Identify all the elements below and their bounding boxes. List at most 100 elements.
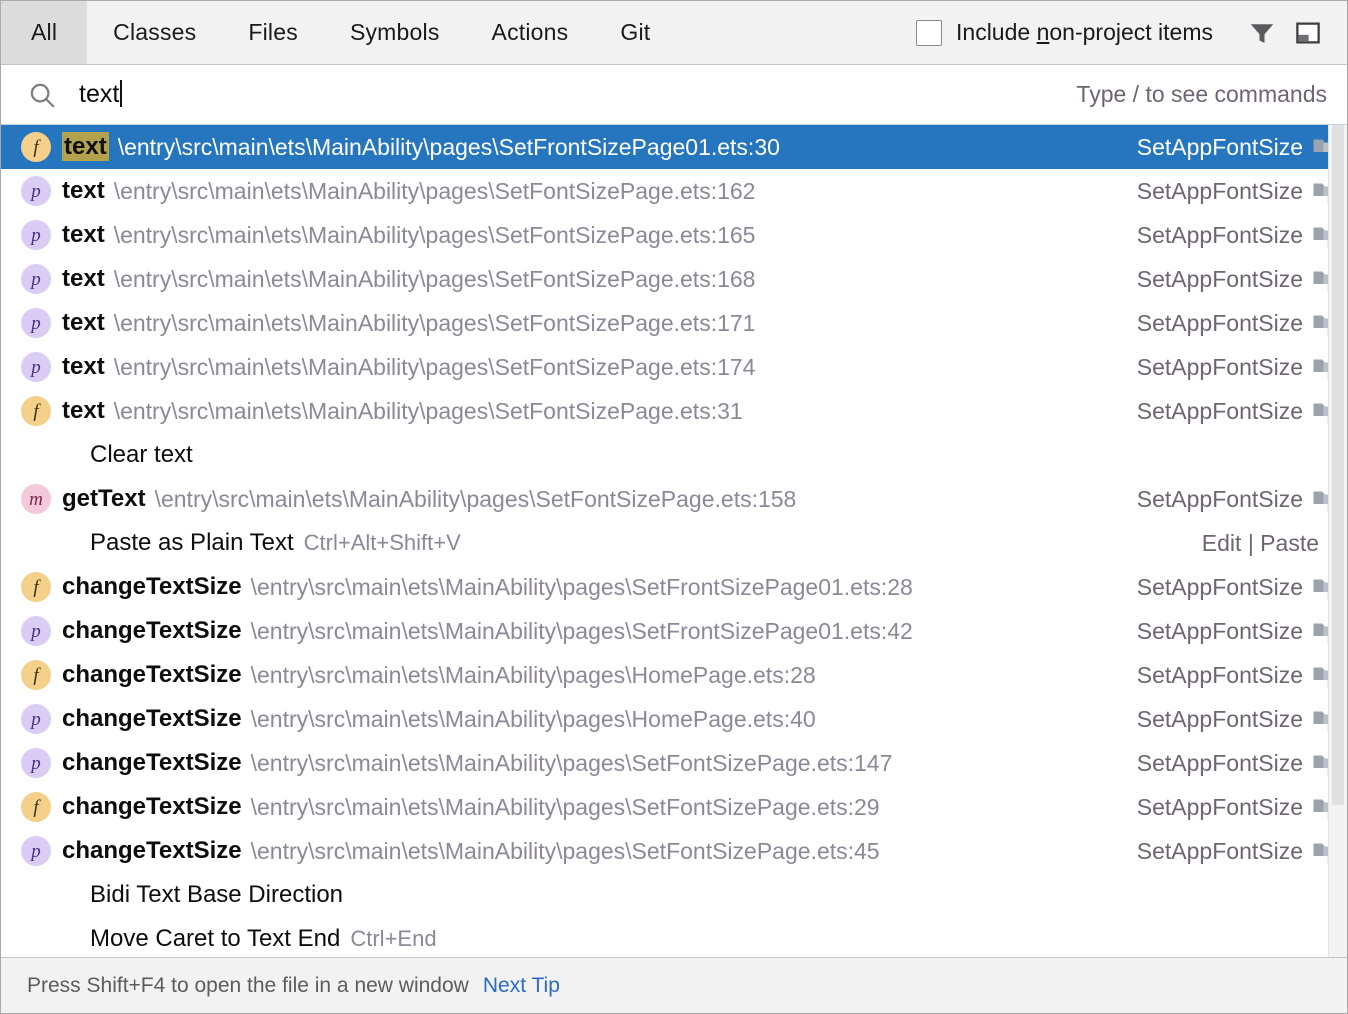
- result-row[interactable]: m getText \entry\src\main\ets\MainAbility\…: [1, 477, 1347, 521]
- result-row[interactable]: Move Caret to Text End Ctrl+End: [1, 917, 1347, 957]
- result-row[interactable]: p text \entry\src\main\ets\MainAbility\pag…: [1, 257, 1347, 301]
- result-name: text: [62, 309, 105, 337]
- result-row[interactable]: p changeTextSize \entry\src\main\ets\MainA…: [1, 697, 1347, 741]
- result-name-post: text: [62, 177, 105, 204]
- result-path: \entry\src\main\ets\MainAbility\pages\Se…: [113, 221, 756, 248]
- result-row[interactable]: f changeTextSize \entry\src\main\ets\MainA…: [1, 785, 1347, 829]
- result-name-post: text: [62, 221, 105, 248]
- tab-classes[interactable]: Classes: [87, 1, 222, 64]
- tab-symbols[interactable]: Symbols: [324, 1, 466, 64]
- module-label: SetAppFontSize: [1136, 837, 1303, 864]
- symbol-kind-icon-p: p: [21, 308, 51, 338]
- symbol-kind-icon-f: f: [21, 572, 51, 602]
- include-non-project-items-checkbox[interactable]: Include non-project items: [916, 19, 1213, 46]
- result-name-post: changeTextSize: [62, 661, 242, 688]
- result-name-post: changeTextSize: [62, 793, 242, 820]
- result-row[interactable]: p text \entry\src\main\ets\MainAbility\pag…: [1, 213, 1347, 257]
- tab-git-label: Git: [620, 19, 651, 45]
- result-name-post: changeTextSize: [62, 617, 242, 644]
- label-part-post: on-project items: [1049, 19, 1213, 45]
- result-path: \entry\src\main\ets\MainAbility\pages\Se…: [154, 485, 797, 512]
- tab-actions-label: Actions: [491, 19, 569, 45]
- tab-files-label: Files: [248, 19, 298, 45]
- tab-bar: All Classes Files Symbols Actions Git In…: [1, 1, 1347, 65]
- row-right: Edit | Paste: [1202, 530, 1347, 557]
- result-name: text: [62, 177, 105, 205]
- result-name: changeTextSize: [62, 661, 242, 689]
- result-path: \entry\src\main\ets\MainAbility\pages\Se…: [117, 133, 780, 160]
- symbol-kind-icon-p: p: [21, 352, 51, 382]
- module-label: SetAppFontSize: [1136, 661, 1303, 688]
- status-tip-text: Press Shift+F4 to open the file in a new…: [27, 973, 469, 997]
- result-path: \entry\src\main\ets\MainAbility\pages\Se…: [113, 265, 756, 292]
- result-row[interactable]: p text \entry\src\main\ets\MainAbility\pag…: [1, 345, 1347, 389]
- result-name: changeTextSize: [62, 749, 242, 777]
- result-row[interactable]: Clear text: [1, 433, 1347, 477]
- module-label: SetAppFontSize: [1136, 353, 1303, 380]
- result-row[interactable]: f changeTextSize \entry\src\main\ets\MainA…: [1, 565, 1347, 609]
- next-tip-link[interactable]: Next Tip: [483, 974, 560, 998]
- module-label: SetAppFontSize: [1136, 221, 1303, 248]
- search-row[interactable]: text Type / to see commands: [1, 65, 1347, 125]
- tab-git[interactable]: Git: [594, 1, 676, 64]
- preview-panel-icon[interactable]: [1285, 10, 1331, 56]
- symbol-kind-icon-m: m: [21, 484, 51, 514]
- result-row[interactable]: f text \entry\src\main\ets\MainAbility\pag…: [1, 389, 1347, 433]
- label-part-pre: Include: [956, 19, 1037, 45]
- filter-funnel-icon[interactable]: [1239, 10, 1285, 56]
- result-row[interactable]: p text \entry\src\main\ets\MainAbility\pag…: [1, 169, 1347, 213]
- action-label: Bidi Text Base Direction: [90, 881, 344, 908]
- result-name: changeTextSize: [62, 573, 242, 601]
- symbol-kind-icon-p: p: [21, 176, 51, 206]
- result-row[interactable]: Paste as Plain Text Ctrl+Alt+Shift+V Edit …: [1, 521, 1347, 565]
- result-path: \entry\src\main\ets\MainAbility\pages\Se…: [250, 573, 913, 600]
- results-scrollbar[interactable]: [1328, 125, 1347, 957]
- result-name: changeTextSize: [62, 837, 242, 865]
- result-row[interactable]: p changeTextSize \entry\src\main\ets\MainA…: [1, 609, 1347, 653]
- tab-files[interactable]: Files: [222, 1, 324, 64]
- result-path: \entry\src\main\ets\MainAbility\pages\Se…: [113, 353, 756, 380]
- tab-actions[interactable]: Actions: [466, 1, 595, 64]
- result-name-post: text: [62, 265, 105, 292]
- checkbox-box[interactable]: [916, 19, 943, 46]
- tab-all-label: All: [31, 19, 58, 45]
- row-right: SetAppFontSize: [1137, 220, 1347, 250]
- scrollbar-thumb[interactable]: [1332, 125, 1344, 805]
- result-name: getText: [62, 485, 146, 513]
- search-commands-hint: Type / to see commands: [1076, 81, 1327, 107]
- search-input[interactable]: text: [79, 80, 123, 109]
- result-path: \entry\src\main\ets\MainAbility\pages\Se…: [250, 617, 913, 644]
- result-name: text: [62, 353, 105, 381]
- symbol-kind-icon-p: p: [21, 264, 51, 294]
- action-shortcut: Ctrl+Alt+Shift+V: [303, 530, 461, 555]
- result-path: \entry\src\main\ets\MainAbility\pages\Se…: [113, 309, 756, 336]
- symbol-kind-icon-f: f: [21, 132, 51, 162]
- action-label: Paste as Plain Text: [90, 529, 294, 556]
- result-name-post: getText: [62, 485, 146, 512]
- result-name-post: text: [62, 397, 105, 424]
- result-path: \entry\src\main\ets\MainAbility\pages\Se…: [113, 177, 756, 204]
- action-label: Clear text: [90, 441, 193, 468]
- results-area: f text \entry\src\main\ets\MainAbility\pag…: [1, 125, 1347, 957]
- symbol-kind-icon-f: f: [21, 396, 51, 426]
- result-row[interactable]: f text \entry\src\main\ets\MainAbility\pag…: [1, 125, 1347, 169]
- symbol-kind-icon-f: f: [21, 792, 51, 822]
- symbol-kind-icon-p: p: [21, 220, 51, 250]
- result-path: \entry\src\main\ets\MainAbility\pages\Se…: [113, 397, 743, 424]
- symbol-kind-icon-p: p: [21, 836, 51, 866]
- result-name-post: changeTextSize: [62, 749, 242, 776]
- result-row[interactable]: p changeTextSize \entry\src\main\ets\MainA…: [1, 741, 1347, 785]
- row-right: SetAppFontSize: [1137, 660, 1347, 690]
- result-name: changeTextSize: [62, 617, 242, 645]
- row-right: SetAppFontSize: [1137, 748, 1347, 778]
- result-row[interactable]: Bidi Text Base Direction: [1, 873, 1347, 917]
- tab-all[interactable]: All: [1, 1, 88, 64]
- symbol-kind-icon-p: p: [21, 616, 51, 646]
- result-row[interactable]: p text \entry\src\main\ets\MainAbility\pag…: [1, 301, 1347, 345]
- module-label: SetAppFontSize: [1136, 573, 1303, 600]
- row-right: SetAppFontSize: [1137, 352, 1347, 382]
- tab-symbols-label: Symbols: [349, 19, 440, 45]
- result-row[interactable]: p changeTextSize \entry\src\main\ets\MainA…: [1, 829, 1347, 873]
- result-name: text: [62, 221, 105, 249]
- result-row[interactable]: f changeTextSize \entry\src\main\ets\MainA…: [1, 653, 1347, 697]
